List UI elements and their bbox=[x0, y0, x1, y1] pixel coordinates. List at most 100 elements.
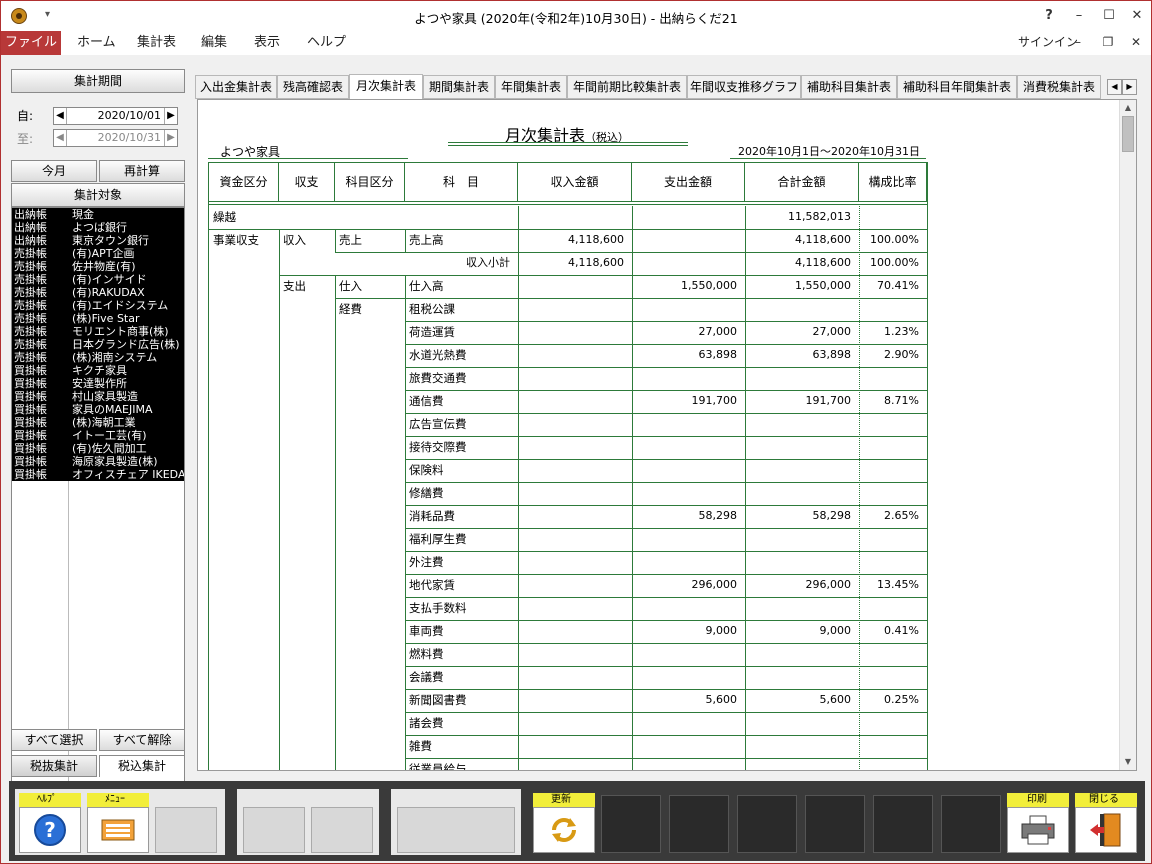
menu-home[interactable]: ホーム bbox=[77, 31, 116, 55]
print-fkey[interactable]: 印刷 bbox=[1007, 793, 1069, 853]
app-window: ▾ よつや家具 (2020年(令和2年)10月30日) - 出納らくだ21 ? … bbox=[0, 0, 1152, 864]
target-list-item[interactable]: 買掛帳 (株)海朝工業 bbox=[12, 416, 184, 429]
sales-ratio: 100.00% bbox=[870, 233, 919, 246]
print-fkey-face[interactable] bbox=[1007, 807, 1069, 853]
recalc-button[interactable]: 再計算 bbox=[99, 160, 185, 182]
scroll-thumb[interactable] bbox=[1122, 116, 1134, 152]
target-list-item[interactable]: 出納帳 現金 bbox=[12, 208, 184, 221]
tab-sub-account-summary[interactable]: 補助科目集計表 bbox=[801, 75, 897, 99]
target-list[interactable]: 出納帳 現金 出納帳 よつば銀行 出納帳 東京タウン銀行 売掛帳 (有)APT企画 売掛帳 佐井物… bbox=[11, 207, 185, 789]
target-list-item[interactable]: 売掛帳 (有)APT企画 bbox=[12, 247, 184, 260]
report-view[interactable]: 月次集計表（税込） よつや家具 2020年10月1日～2020年10月31日 資… bbox=[197, 99, 1137, 771]
account-name: 租税公課 bbox=[409, 302, 455, 316]
menu-help[interactable]: ヘルプ bbox=[307, 31, 346, 55]
prev-date-icon[interactable]: ◀ bbox=[54, 108, 67, 124]
tab-period-summary[interactable]: 期間集計表 bbox=[423, 75, 495, 99]
scroll-down-icon[interactable]: ▼ bbox=[1120, 754, 1136, 770]
help-question-icon[interactable]: ? bbox=[1037, 6, 1061, 26]
total-amount bbox=[749, 712, 855, 735]
ribbon-restore-button[interactable]: ❐ bbox=[1097, 31, 1119, 53]
account-name: 諸会費 bbox=[409, 716, 444, 730]
target-list-item[interactable]: 売掛帳 (有)インサイド bbox=[12, 273, 184, 286]
ratio-value bbox=[863, 666, 923, 689]
ribbon-minimize-button[interactable]: – bbox=[1067, 31, 1089, 53]
tab-annual-summary[interactable]: 年間集計表 bbox=[495, 75, 567, 99]
target-list-item[interactable]: 売掛帳 (株)湘南システム bbox=[12, 351, 184, 364]
deselect-all-button[interactable]: すべて解除 bbox=[99, 729, 185, 751]
target-list-item[interactable]: 買掛帳 安達製作所 bbox=[12, 377, 184, 390]
tab-scroll-left-icon[interactable]: ◀ bbox=[1107, 79, 1122, 95]
target-list-item[interactable]: 買掛帳 (有)佐久間加工 bbox=[12, 442, 184, 455]
section-business: 事業収支 bbox=[213, 233, 259, 247]
target-list-item[interactable]: 買掛帳 家具のMAEJIMA bbox=[12, 403, 184, 416]
target-list-item[interactable]: 出納帳 よつば銀行 bbox=[12, 221, 184, 234]
header-account: 科 目 bbox=[405, 163, 518, 201]
target-list-item[interactable]: 買掛帳 オフィスチェア IKEDA bbox=[12, 468, 184, 481]
account-name: 通信費 bbox=[409, 394, 444, 408]
from-date-field[interactable]: ◀ 2020/10/01 ▶ bbox=[53, 107, 178, 125]
target-list-item[interactable]: 売掛帳 (株)Five Star bbox=[12, 312, 184, 325]
refresh-fkey[interactable]: 更新 bbox=[533, 793, 595, 853]
this-month-button[interactable]: 今月 bbox=[11, 160, 97, 182]
fkey-group-1: ﾍﾙﾌﾟ ? ﾒﾆｭｰ bbox=[15, 789, 225, 855]
target-list-item[interactable]: 買掛帳 イトー工芸(有) bbox=[12, 429, 184, 442]
tab-cashflow-summary[interactable]: 入出金集計表 bbox=[195, 75, 277, 99]
from-date-value[interactable]: 2020/10/01 bbox=[69, 108, 163, 124]
left-panel: 集計期間 自: ◀ 2020/10/01 ▶ 至: ◀ 2020/10/31 ▶… bbox=[9, 67, 187, 789]
target-list-item[interactable]: 売掛帳 (有)RAKUDAX bbox=[12, 286, 184, 299]
expense-amount: 191,700 bbox=[691, 394, 738, 407]
sales-total: 4,118,600 bbox=[795, 233, 851, 246]
ratio-value: 0.25% bbox=[884, 693, 919, 706]
ratio-value bbox=[863, 735, 923, 758]
close-fkey[interactable]: 閉じる bbox=[1075, 793, 1137, 853]
tab-consumption-tax[interactable]: 消費税集計表 bbox=[1017, 75, 1101, 99]
target-list-item[interactable]: 出納帳 東京タウン銀行 bbox=[12, 234, 184, 247]
target-list-item[interactable]: 買掛帳 村山家具製造 bbox=[12, 390, 184, 403]
tab-monthly-summary[interactable]: 月次集計表 bbox=[349, 74, 423, 100]
menu-fkey-face[interactable] bbox=[87, 807, 149, 853]
ribbon-close-button[interactable]: ✕ bbox=[1125, 31, 1147, 53]
scroll-up-icon[interactable]: ▲ bbox=[1120, 100, 1136, 116]
menu-fkey[interactable]: ﾒﾆｭｰ bbox=[87, 793, 149, 853]
target-kind: 買掛帳 bbox=[14, 429, 47, 442]
select-all-button[interactable]: すべて選択 bbox=[11, 729, 97, 751]
maximize-button[interactable]: ☐ bbox=[1097, 6, 1121, 26]
menu-edit[interactable]: 編集 bbox=[201, 31, 227, 55]
target-list-item[interactable]: 買掛帳 海原家具製造(株) bbox=[12, 455, 184, 468]
menu-summary[interactable]: 集計表 bbox=[137, 31, 176, 55]
target-list-item[interactable]: 買掛帳 キクチ家具 bbox=[12, 364, 184, 377]
tax-excluded-tab[interactable]: 税抜集計 bbox=[11, 755, 97, 777]
next-date-icon[interactable]: ▶ bbox=[164, 108, 177, 124]
expense-amount: 1,550,000 bbox=[681, 279, 737, 292]
tab-annual-trend-graph[interactable]: 年間収支推移グラフ bbox=[687, 75, 801, 99]
target-list-item[interactable]: 売掛帳 モリエント商事(株) bbox=[12, 325, 184, 338]
expense-amount bbox=[636, 459, 741, 482]
total-amount bbox=[749, 735, 855, 758]
tab-scroll-arrows: ◀ ▶ bbox=[1107, 79, 1137, 95]
tab-annual-comparison[interactable]: 年間前期比較集計表 bbox=[567, 75, 687, 99]
ratio-value: 2.90% bbox=[884, 348, 919, 361]
refresh-fkey-label: 更新 bbox=[533, 793, 595, 807]
refresh-fkey-face[interactable] bbox=[533, 807, 595, 853]
target-name: 東京タウン銀行 bbox=[72, 234, 149, 247]
ratio-value: 70.41% bbox=[877, 279, 919, 292]
tab-balance-check[interactable]: 残高確認表 bbox=[277, 75, 349, 99]
title-underline bbox=[448, 142, 688, 143]
close-button[interactable]: ✕ bbox=[1125, 6, 1149, 26]
tab-scroll-right-icon[interactable]: ▶ bbox=[1122, 79, 1137, 95]
close-fkey-face[interactable] bbox=[1075, 807, 1137, 853]
target-kind: 買掛帳 bbox=[14, 455, 47, 468]
target-list-item[interactable]: 売掛帳 佐井物産(有) bbox=[12, 260, 184, 273]
vertical-scrollbar[interactable]: ▲ ▼ bbox=[1119, 100, 1136, 770]
help-fkey-face[interactable]: ? bbox=[19, 807, 81, 853]
target-list-item[interactable]: 売掛帳 日本グランド広告(株) bbox=[12, 338, 184, 351]
target-list-item[interactable]: 売掛帳 (有)エイドシステム bbox=[12, 299, 184, 312]
column-divider bbox=[279, 229, 280, 770]
target-kind: 売掛帳 bbox=[14, 325, 47, 338]
help-fkey[interactable]: ﾍﾙﾌﾟ ? bbox=[19, 793, 81, 853]
tab-sub-account-annual[interactable]: 補助科目年間集計表 bbox=[897, 75, 1017, 99]
menu-view[interactable]: 表示 bbox=[254, 31, 280, 55]
menu-file[interactable]: ファイル bbox=[1, 31, 61, 55]
minimize-button[interactable]: – bbox=[1067, 6, 1091, 26]
tax-included-tab[interactable]: 税込集計 bbox=[99, 755, 185, 777]
